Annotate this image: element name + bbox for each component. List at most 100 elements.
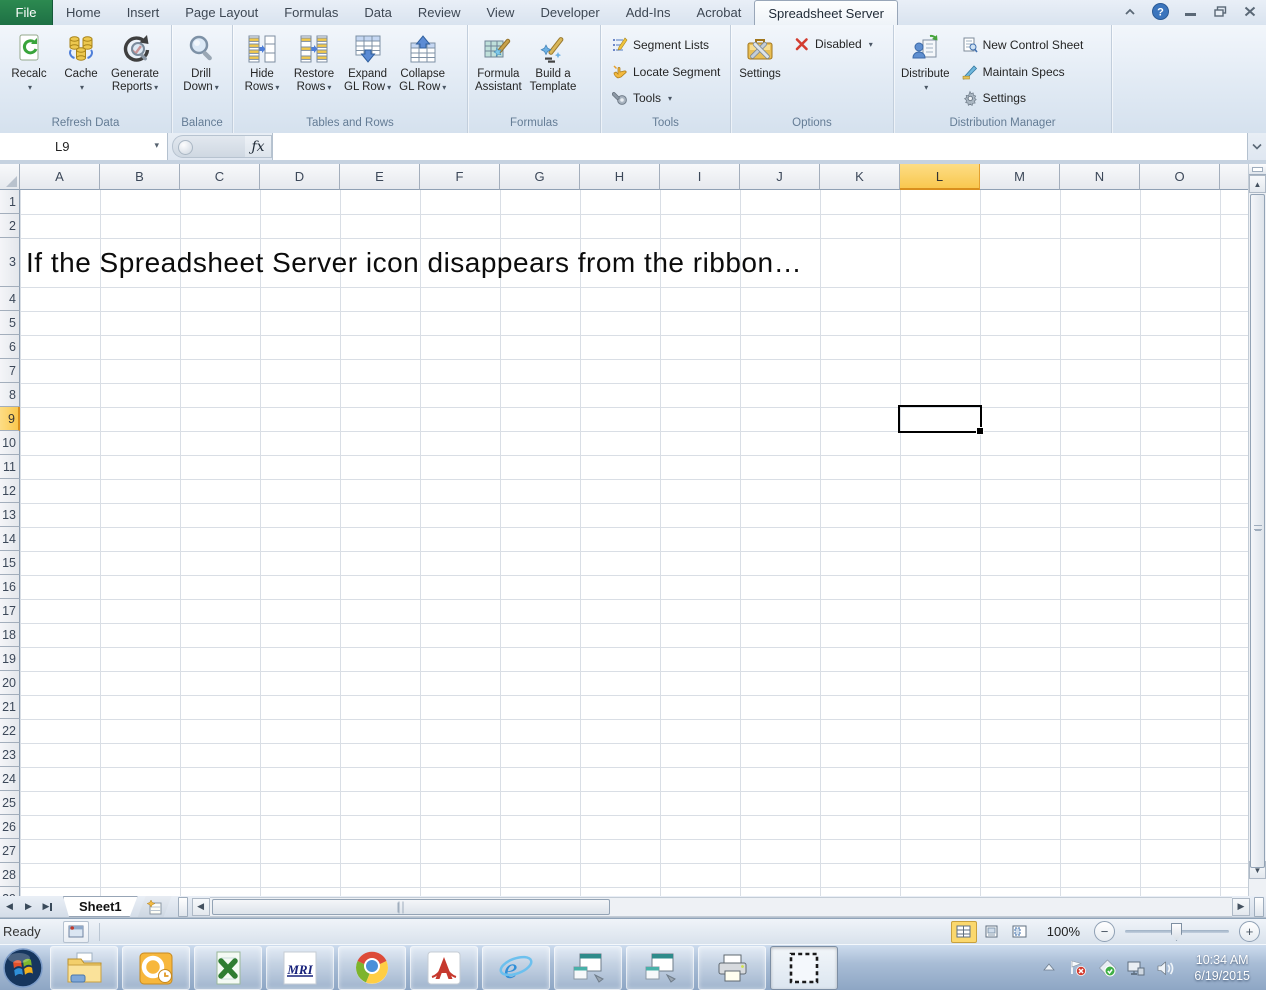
tab-page-layout[interactable]: Page Layout xyxy=(172,0,271,25)
row-header-4[interactable]: 4 xyxy=(0,287,20,311)
row-header-14[interactable]: 14 xyxy=(0,527,20,551)
taskbar-mri-button[interactable]: MRI xyxy=(266,946,334,990)
column-header-g[interactable]: G xyxy=(500,164,580,190)
action-center-flag-icon[interactable] xyxy=(1068,958,1088,978)
tab-acrobat[interactable]: Acrobat xyxy=(684,0,755,25)
ribbon-button-maintain-specs[interactable]: Maintain Specs xyxy=(958,61,1088,83)
column-header-l[interactable]: L xyxy=(900,164,980,190)
ribbon-button-recalc[interactable]: Recalc▾ xyxy=(3,27,55,116)
column-header-h[interactable]: H xyxy=(580,164,660,190)
row-header-9[interactable]: 9 xyxy=(0,407,20,431)
taskbar-internet-explorer-button[interactable]: e xyxy=(482,946,550,990)
vertical-scrollbar[interactable]: ▲ ▼ xyxy=(1248,164,1266,896)
ribbon-button-drill-down[interactable]: DrillDown▾ xyxy=(175,27,227,116)
row-header-19[interactable]: 19 xyxy=(0,647,20,671)
taskbar-snipping-tool-button[interactable] xyxy=(770,946,838,990)
column-header-k[interactable]: K xyxy=(820,164,900,190)
row-header-25[interactable]: 25 xyxy=(0,791,20,815)
tab-add-ins[interactable]: Add-Ins xyxy=(613,0,684,25)
row-header-21[interactable]: 21 xyxy=(0,695,20,719)
ribbon-button-generate-reports[interactable]: GenerateReports▾ xyxy=(107,27,163,116)
minimize-icon[interactable] xyxy=(1180,3,1200,20)
collapse-ribbon-icon[interactable] xyxy=(1120,3,1140,20)
row-header-26[interactable]: 26 xyxy=(0,815,20,839)
taskbar-app-window-2-button[interactable] xyxy=(626,946,694,990)
taskbar-outlook-button[interactable] xyxy=(122,946,190,990)
vertical-split-handle[interactable] xyxy=(1249,164,1266,175)
insert-worksheet-button[interactable] xyxy=(138,896,172,917)
insert-function-button[interactable]: ƒx xyxy=(245,135,272,158)
ribbon-button-settings-small[interactable]: Settings xyxy=(958,87,1088,109)
taskbar-app-window-1-button[interactable] xyxy=(554,946,622,990)
row-header-13[interactable]: 13 xyxy=(0,503,20,527)
column-header-i[interactable]: I xyxy=(660,164,740,190)
tab-review[interactable]: Review xyxy=(405,0,474,25)
tab-view[interactable]: View xyxy=(474,0,528,25)
scroll-up-arrow[interactable]: ▲ xyxy=(1249,175,1266,193)
horizontal-scrollbar-thumb[interactable] xyxy=(212,899,610,915)
row-header-6[interactable]: 6 xyxy=(0,335,20,359)
fill-handle[interactable] xyxy=(976,427,984,435)
name-box[interactable]: L9 ▾ xyxy=(0,133,168,160)
tab-formulas[interactable]: Formulas xyxy=(271,0,351,25)
tray-expand-icon[interactable] xyxy=(1039,958,1059,978)
active-cell-selection[interactable] xyxy=(898,405,982,433)
tab-home[interactable]: Home xyxy=(53,0,114,25)
taskbar-explorer-button[interactable] xyxy=(50,946,118,990)
sheet-tab-sheet1[interactable]: Sheet1 xyxy=(63,896,138,917)
taskbar-chrome-button[interactable] xyxy=(338,946,406,990)
expand-formula-bar-icon[interactable] xyxy=(1248,133,1266,160)
row-header-17[interactable]: 17 xyxy=(0,599,20,623)
ribbon-button-hide-rows[interactable]: HideRows▾ xyxy=(236,27,288,116)
scroll-left-arrow[interactable]: ◀ xyxy=(192,898,210,916)
help-icon[interactable]: ? xyxy=(1150,3,1170,20)
view-button-page-layout[interactable] xyxy=(979,921,1005,943)
row-header-18[interactable]: 18 xyxy=(0,623,20,647)
tab-insert[interactable]: Insert xyxy=(114,0,173,25)
column-header-e[interactable]: E xyxy=(340,164,420,190)
zoom-level[interactable]: 100% xyxy=(1047,924,1080,939)
ribbon-button-settings[interactable]: Settings xyxy=(734,27,786,116)
ribbon-button-collapse-gl-row[interactable]: CollapseGL Row▾ xyxy=(395,27,450,116)
column-header-o[interactable]: O xyxy=(1140,164,1220,190)
row-header-3[interactable]: 3 xyxy=(0,238,20,287)
row-header-10[interactable]: 10 xyxy=(0,431,20,455)
sheet-nav-next-button[interactable]: ▶ xyxy=(19,898,38,916)
spreadsheet-grid[interactable]: 1234567891011121314151617181920212223242… xyxy=(0,190,1248,896)
column-header-d[interactable]: D xyxy=(260,164,340,190)
taskbar-clock[interactable]: 10:34 AM 6/19/2015 xyxy=(1184,952,1260,984)
zoom-slider-track[interactable] xyxy=(1125,930,1229,933)
row-header-24[interactable]: 24 xyxy=(0,767,20,791)
row-header-1[interactable]: 1 xyxy=(0,190,20,214)
tab-split-handle[interactable] xyxy=(178,897,188,917)
column-header-m[interactable]: M xyxy=(980,164,1060,190)
ribbon-button-expand-gl-row[interactable]: ExpandGL Row▾ xyxy=(340,27,395,116)
row-header-8[interactable]: 8 xyxy=(0,383,20,407)
row-header-15[interactable]: 15 xyxy=(0,551,20,575)
row-header-12[interactable]: 12 xyxy=(0,479,20,503)
ribbon-button-distribute[interactable]: Distribute▾ xyxy=(897,27,954,116)
scrollbar-split-handle[interactable] xyxy=(1254,897,1264,917)
row-header-23[interactable]: 23 xyxy=(0,743,20,767)
row-header-5[interactable]: 5 xyxy=(0,311,20,335)
row-header-22[interactable]: 22 xyxy=(0,719,20,743)
taskbar-printer-button[interactable] xyxy=(698,946,766,990)
row-header-27[interactable]: 27 xyxy=(0,839,20,863)
taskbar-adobe-reader-button[interactable] xyxy=(410,946,478,990)
taskbar-excel-button[interactable] xyxy=(194,946,262,990)
ribbon-button-cache[interactable]: Cache▾ xyxy=(55,27,107,116)
formula-bar-input[interactable] xyxy=(272,133,1248,160)
ribbon-button-new-control-sheet[interactable]: New Control Sheet xyxy=(958,34,1088,56)
ribbon-button-locate-segment[interactable]: Locate Segment xyxy=(608,61,724,83)
column-header-f[interactable]: F xyxy=(420,164,500,190)
row-header-16[interactable]: 16 xyxy=(0,575,20,599)
tab-developer[interactable]: Developer xyxy=(527,0,612,25)
row-header-7[interactable]: 7 xyxy=(0,359,20,383)
column-header-j[interactable]: J xyxy=(740,164,820,190)
scroll-right-arrow[interactable]: ▶ xyxy=(1232,898,1250,916)
sheet-nav-last-button[interactable]: ▶ xyxy=(38,898,57,916)
ribbon-button-segment-lists[interactable]: Segment Lists xyxy=(608,34,724,56)
column-header-b[interactable]: B xyxy=(100,164,180,190)
row-header-28[interactable]: 28 xyxy=(0,863,20,887)
restore-icon[interactable] xyxy=(1210,3,1230,20)
